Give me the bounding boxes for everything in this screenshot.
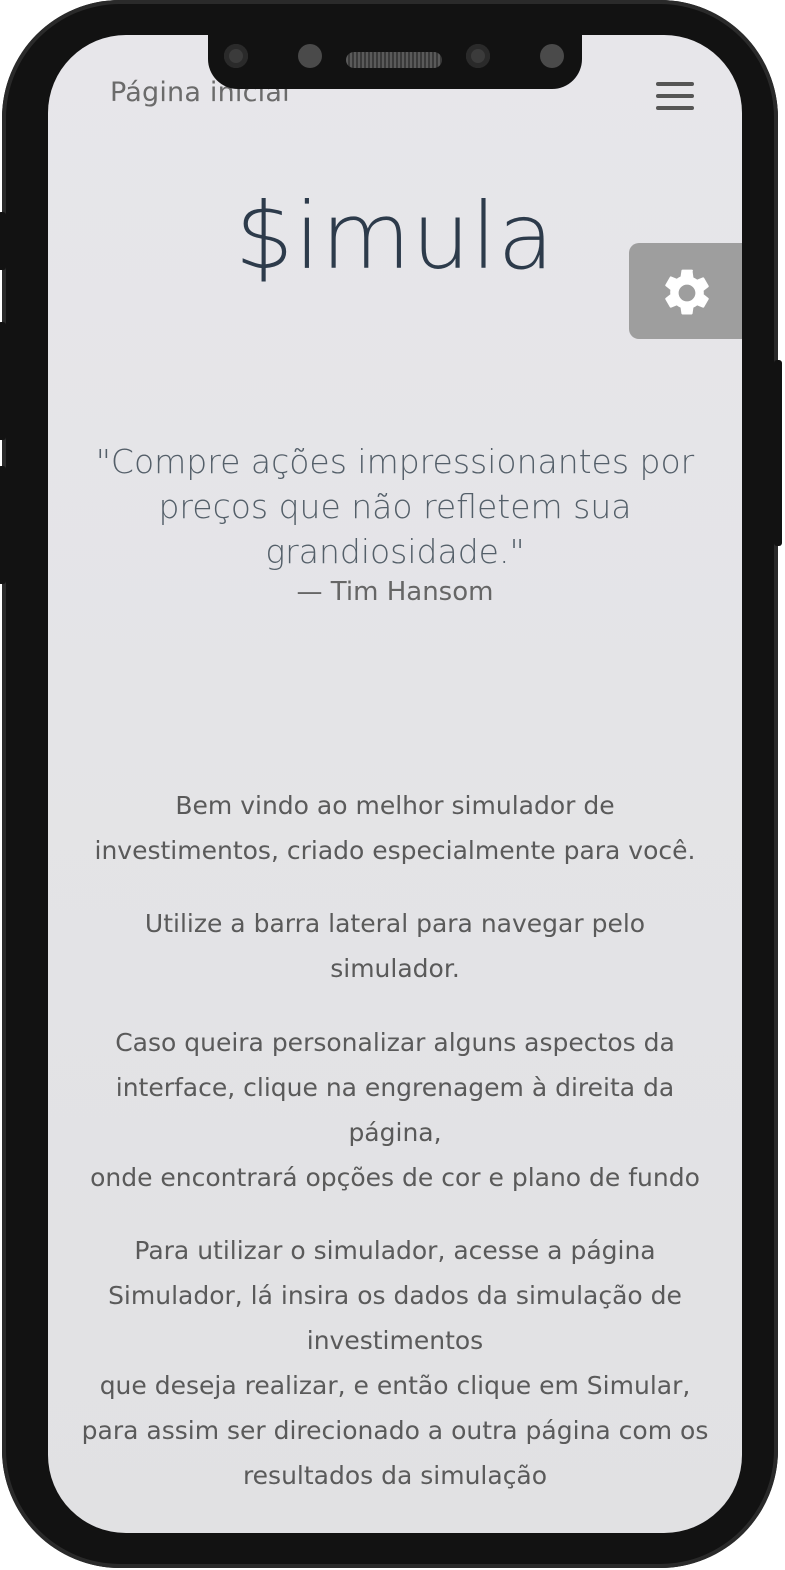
quote-author: — Tim Hansom	[296, 577, 494, 607]
hamburger-menu-icon[interactable]	[654, 80, 696, 112]
phone-notch	[208, 27, 582, 89]
sidebar-info-paragraph: Utilize a barra lateral para navegar pel…	[144, 909, 646, 983]
simulator-info-paragraph: Para utilizar o simulador, acesse a pági…	[81, 1236, 709, 1490]
customize-info-paragraph: Caso queira personalizar alguns aspectos…	[90, 1028, 700, 1192]
volume-down-button	[0, 466, 6, 584]
proximity-sensor-icon	[540, 44, 564, 68]
gear-icon	[665, 269, 709, 315]
front-camera-icon	[224, 44, 248, 68]
volume-up-button	[0, 322, 6, 440]
sensor-icon	[298, 44, 322, 68]
power-button	[774, 360, 782, 546]
quote-text: "Compre ações impressionantes por preços…	[95, 442, 695, 571]
welcome-paragraph: Bem vindo ao melhor simulador de investi…	[94, 791, 696, 865]
earpiece-speaker	[346, 52, 442, 68]
settings-button[interactable]	[629, 243, 742, 339]
app-screen: Página inicial $imula "Compre ações impr…	[48, 35, 742, 1533]
phone-frame: Página inicial $imula "Compre ações impr…	[0, 0, 782, 1568]
silent-switch	[0, 212, 6, 270]
face-sensor-icon	[466, 44, 490, 68]
